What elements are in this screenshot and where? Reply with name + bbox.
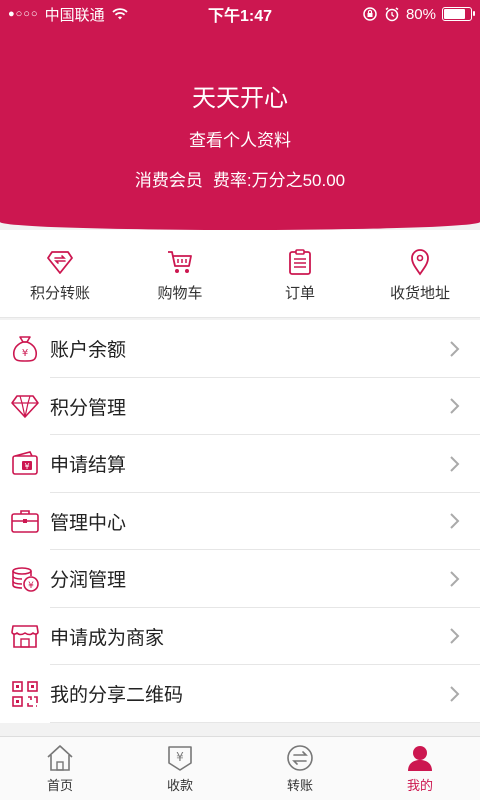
menu-item-become-merchant[interactable]: 申请成为商家 bbox=[0, 608, 480, 666]
bottom-nav: 首页 ¥ 收款 转账 我的 bbox=[0, 736, 480, 800]
wallet-icon: ¥ bbox=[12, 450, 38, 475]
nav-label: 收款 bbox=[166, 778, 193, 793]
member-info: 消费会员 费率:万分之50.00 bbox=[0, 166, 480, 191]
menu-list: ¥ 账户余额 积分管理 ¥ 申请结算 管理中心 ¥ 分润管理 申请成为商家 我的… bbox=[0, 320, 480, 723]
nav-label: 转账 bbox=[286, 778, 313, 793]
menu-item-label: 申请成为商家 bbox=[50, 627, 165, 649]
wifi-icon bbox=[111, 8, 128, 20]
nav-transfer[interactable]: 转账 bbox=[240, 737, 360, 800]
quick-action-label: 积分转账 bbox=[29, 285, 90, 302]
signal-strength: ●○○○ bbox=[8, 8, 39, 20]
rotation-lock-icon bbox=[363, 7, 377, 21]
menu-item-label: 分润管理 bbox=[50, 570, 127, 592]
username: 天天开心 bbox=[192, 85, 288, 112]
store-icon bbox=[11, 625, 39, 649]
diamond-icon bbox=[11, 395, 39, 419]
qr-code-icon bbox=[12, 680, 38, 707]
menu-item-label: 账户余额 bbox=[50, 340, 127, 362]
quick-action-label: 订单 bbox=[284, 285, 315, 302]
alarm-icon bbox=[385, 7, 399, 22]
quick-action-cart[interactable]: 购物车 bbox=[120, 230, 240, 317]
menu-item-profit-sharing[interactable]: ¥ 分润管理 bbox=[0, 550, 480, 608]
chevron-right-icon bbox=[450, 686, 460, 702]
menu-item-management-center[interactable]: 管理中心 bbox=[0, 493, 480, 551]
battery-percent: 80% bbox=[405, 5, 436, 23]
chevron-right-icon bbox=[450, 628, 460, 644]
nav-profile[interactable]: 我的 bbox=[360, 737, 480, 800]
menu-item-share-qr-code[interactable]: 我的分享二维码 bbox=[0, 665, 480, 723]
battery-icon bbox=[442, 7, 475, 21]
transfer-icon bbox=[287, 745, 313, 771]
menu-item-label: 积分管理 bbox=[50, 397, 127, 419]
member-type: 消费会员 bbox=[134, 171, 203, 190]
chevron-right-icon bbox=[450, 398, 460, 414]
quick-action-address[interactable]: 收货地址 bbox=[360, 230, 480, 317]
chevron-right-icon bbox=[450, 571, 460, 587]
menu-item-label: 管理中心 bbox=[50, 512, 127, 534]
profile-header: 天天开心 查看个人资料 消费会员 费率:万分之50.00 bbox=[0, 0, 480, 230]
svg-text:¥: ¥ bbox=[22, 348, 28, 359]
menu-item-apply-settlement[interactable]: ¥ 申请结算 bbox=[0, 435, 480, 493]
quick-action-label: 购物车 bbox=[157, 285, 203, 302]
nav-label: 我的 bbox=[406, 778, 433, 793]
nav-home[interactable]: 首页 bbox=[0, 737, 120, 800]
chevron-right-icon bbox=[450, 341, 460, 357]
carrier-name: 中国联通 bbox=[44, 6, 105, 24]
profile-icon bbox=[408, 746, 432, 771]
nav-receive-payment[interactable]: ¥ 收款 bbox=[120, 737, 240, 800]
quick-action-label: 收货地址 bbox=[389, 285, 450, 302]
receive-payment-icon: ¥ bbox=[168, 746, 192, 771]
clipboard-icon bbox=[289, 249, 311, 275]
money-bag-icon: ¥ bbox=[12, 335, 38, 362]
svg-text:¥: ¥ bbox=[24, 462, 29, 471]
menu-item-label: 我的分享二维码 bbox=[50, 685, 184, 707]
menu-item-label: 申请结算 bbox=[50, 455, 127, 477]
chevron-right-icon bbox=[450, 456, 460, 472]
nav-label: 首页 bbox=[46, 778, 73, 793]
status-bar: ●○○○ 中国联通 下午1:47 80% bbox=[0, 0, 480, 28]
home-icon bbox=[47, 745, 73, 771]
coins-icon: ¥ bbox=[12, 566, 39, 592]
menu-item-account-balance[interactable]: ¥ 账户余额 bbox=[0, 320, 480, 378]
svg-text:¥: ¥ bbox=[176, 750, 184, 764]
cart-icon bbox=[168, 251, 192, 273]
quick-action-orders[interactable]: 订单 bbox=[240, 230, 360, 317]
battery-level bbox=[444, 9, 465, 19]
quick-action-points-transfer[interactable]: 积分转账 bbox=[0, 230, 120, 317]
location-pin-icon bbox=[411, 249, 429, 276]
quick-actions: 积分转账 购物车 订单 收货地址 bbox=[0, 230, 480, 318]
points-transfer-icon bbox=[47, 251, 73, 274]
briefcase-icon bbox=[11, 510, 39, 534]
fee-rate: 费率:万分之50.00 bbox=[212, 171, 346, 190]
chevron-right-icon bbox=[450, 513, 460, 529]
svg-text:¥: ¥ bbox=[28, 581, 34, 591]
view-profile-link[interactable]: 查看个人资料 bbox=[0, 126, 480, 151]
menu-item-points-management[interactable]: 积分管理 bbox=[0, 378, 480, 436]
